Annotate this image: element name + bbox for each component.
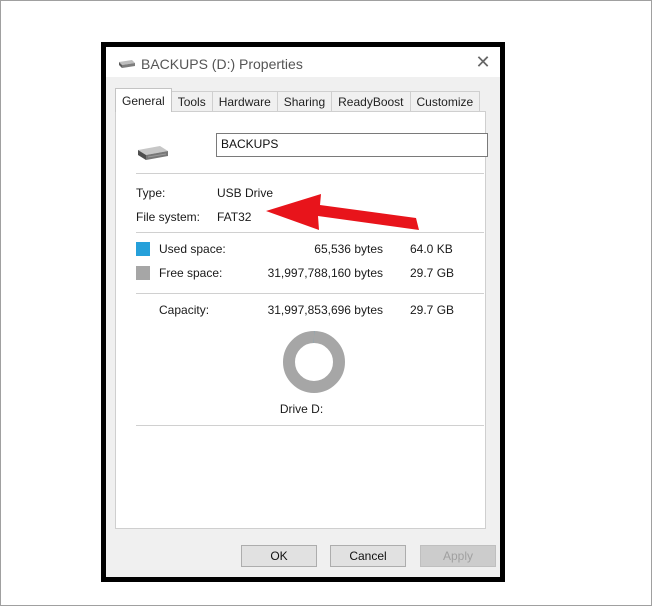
used-space-swatch	[136, 242, 150, 256]
tab-readyboost[interactable]: ReadyBoost	[331, 91, 411, 112]
tab-sharing[interactable]: Sharing	[276, 91, 333, 112]
capacity-size: 29.7 GB	[410, 303, 455, 317]
general-panel: BACKUPS Type: USB Drive File system: FAT…	[115, 111, 488, 529]
free-space-swatch	[136, 266, 150, 280]
title-bar[interactable]: BACKUPS (D:) Properties ✕	[106, 47, 500, 77]
used-space-bytes: 65,536 bytes	[314, 242, 383, 256]
window-title: BACKUPS (D:) Properties	[141, 56, 303, 72]
tab-tools[interactable]: Tools	[170, 91, 213, 112]
divider	[136, 232, 484, 233]
close-button[interactable]: ✕	[466, 47, 500, 77]
type-label: Type:	[136, 186, 166, 200]
file-system-value: FAT32	[217, 210, 252, 224]
close-icon: ✕	[475, 51, 491, 72]
tab-label: Tools	[177, 95, 206, 109]
used-space-size: 64.0 KB	[410, 242, 453, 256]
cancel-button[interactable]: Cancel	[330, 545, 406, 567]
drive-letter-label: Drive D:	[279, 402, 324, 416]
donut-free-ring	[283, 331, 345, 393]
file-system-label: File system:	[136, 210, 201, 224]
tab-general[interactable]: General	[115, 88, 172, 112]
ok-button[interactable]: OK	[241, 545, 317, 567]
volume-name-input[interactable]: BACKUPS	[216, 133, 488, 157]
tab-strip: General Tools Hardware Sharing ReadyBoos…	[115, 88, 481, 112]
drive-icon	[118, 58, 136, 72]
tab-label: General	[122, 93, 165, 108]
divider	[136, 293, 484, 294]
properties-dialog: BACKUPS (D:) Properties ✕ General Tools …	[101, 42, 505, 582]
usb-drive-icon	[136, 144, 170, 165]
free-space-label: Free space:	[159, 266, 223, 280]
apply-button: Apply	[420, 545, 496, 567]
tab-label: Sharing	[283, 95, 326, 109]
divider	[136, 173, 484, 174]
tab-label: Hardware	[218, 95, 271, 109]
free-space-bytes: 31,997,788,160 bytes	[267, 266, 383, 280]
capacity-bytes: 31,997,853,696 bytes	[267, 303, 383, 317]
tab-hardware[interactable]: Hardware	[211, 91, 278, 112]
used-space-label: Used space:	[159, 242, 226, 256]
capacity-label: Capacity:	[159, 303, 210, 317]
tab-customize[interactable]: Customize	[409, 91, 481, 112]
free-space-size: 29.7 GB	[410, 266, 455, 280]
type-value: USB Drive	[217, 186, 274, 200]
tab-label: ReadyBoost	[338, 95, 404, 109]
usage-donut	[283, 331, 345, 393]
dialog-body: BACKUPS (D:) Properties ✕ General Tools …	[106, 47, 500, 577]
divider	[136, 425, 484, 426]
tab-label: Customize	[416, 95, 474, 109]
